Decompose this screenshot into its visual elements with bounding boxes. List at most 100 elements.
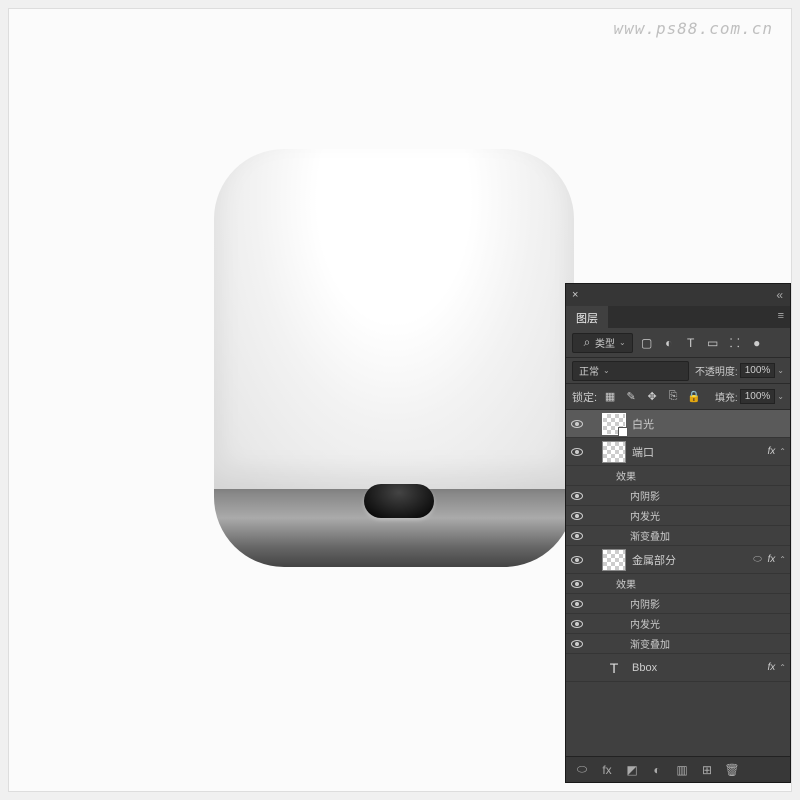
chevron-down-icon[interactable]: ⌄ [777, 392, 784, 401]
watermark-text: www.ps88.com.cn [614, 19, 774, 38]
delete-layer-icon[interactable]: 🗑 [724, 762, 740, 778]
layer-row[interactable]: 内发光 [566, 506, 790, 526]
fill-value[interactable]: 100% [740, 389, 776, 404]
eye-icon [571, 580, 583, 588]
canvas-background: www.ps88.com.cn × « 图层 ≡ ⌕ 类型 ⌄ ▢ ◐ T ▭ … [8, 8, 792, 792]
new-group-icon[interactable]: ▥ [674, 762, 690, 778]
layer-thumbnail[interactable] [602, 413, 626, 435]
layer-row[interactable]: 白光 [566, 410, 790, 438]
search-icon: ⌕ [579, 335, 595, 351]
layer-list[interactable]: 白光端口fx⌃效果内阴影内发光渐变叠加金属部分⬭fx⌃效果内阴影内发光渐变叠加T… [566, 410, 790, 760]
adjustment-layer-icon[interactable]: ◐ [649, 762, 665, 778]
layer-name[interactable]: 内阴影 [630, 488, 786, 503]
visibility-toggle[interactable] [566, 664, 588, 672]
visibility-toggle[interactable] [566, 512, 588, 520]
layer-name[interactable]: 端口 [632, 444, 768, 460]
chevron-up-icon[interactable]: ⌃ [779, 663, 786, 672]
link-icon: ⬭ [752, 554, 764, 566]
lock-all-icon[interactable]: 🔒 [686, 389, 702, 405]
layer-name[interactable]: 渐变叠加 [630, 528, 786, 543]
layer-name[interactable]: 金属部分 [632, 552, 752, 568]
mask-thumbnail [618, 427, 628, 437]
icon-port [364, 484, 434, 518]
panel-tabbar: 图层 ≡ [566, 306, 790, 328]
eye-icon [571, 512, 583, 520]
collapse-icon[interactable]: « [776, 288, 784, 302]
visibility-toggle[interactable] [566, 600, 588, 608]
lock-brush-icon[interactable]: ✎ [623, 389, 639, 405]
layer-name[interactable]: 效果 [616, 576, 786, 591]
fx-badge[interactable]: fx [768, 446, 776, 457]
blend-mode-select[interactable]: 正常 ⌄ [572, 361, 689, 381]
type-layer-icon: T [602, 657, 626, 679]
layer-name[interactable]: 效果 [616, 468, 786, 483]
visibility-toggle[interactable] [566, 580, 588, 588]
lock-transparency-icon[interactable]: ▦ [602, 389, 618, 405]
layer-row[interactable]: 内阴影 [566, 486, 790, 506]
layer-row[interactable]: 内发光 [566, 614, 790, 634]
visibility-toggle[interactable] [566, 532, 588, 540]
layer-fx-icon[interactable]: fx [599, 762, 615, 778]
filter-kind-select[interactable]: ⌕ 类型 ⌄ [572, 333, 633, 353]
icon-white-body [214, 149, 574, 489]
link-layers-icon[interactable]: ⬭ [574, 762, 590, 778]
layer-row[interactable]: 效果 [566, 466, 790, 486]
visibility-toggle[interactable] [566, 620, 588, 628]
tab-layers[interactable]: 图层 [566, 306, 608, 328]
layer-mask-icon[interactable]: ◩ [624, 762, 640, 778]
layer-name[interactable]: 内发光 [630, 508, 786, 523]
layer-row[interactable]: 端口fx⌃ [566, 438, 790, 466]
opacity-label: 不透明度: [695, 363, 738, 378]
eye-icon [571, 420, 583, 428]
lock-position-icon[interactable]: ✥ [644, 389, 660, 405]
fx-badge[interactable]: fx [768, 554, 776, 565]
filter-kind-label: 类型 [595, 335, 615, 350]
visibility-toggle[interactable] [566, 472, 588, 480]
eye-off-icon [571, 472, 583, 480]
icon-artwork [204, 139, 584, 579]
visibility-toggle[interactable] [566, 492, 588, 500]
filter-shape-icon[interactable]: ▭ [705, 335, 721, 351]
chevron-down-icon[interactable]: ⌄ [777, 366, 784, 375]
chevron-down-icon: ⌄ [619, 338, 626, 347]
filter-adjust-icon[interactable]: ◐ [661, 335, 677, 351]
layer-thumbnail[interactable] [602, 549, 626, 571]
layer-row[interactable]: 渐变叠加 [566, 526, 790, 546]
chevron-up-icon[interactable]: ⌃ [779, 555, 786, 564]
layer-row[interactable]: 金属部分⬭ fx⌃ [566, 546, 790, 574]
eye-off-icon [571, 664, 583, 672]
panel-menu-icon[interactable]: ≡ [772, 306, 790, 328]
visibility-toggle[interactable] [566, 420, 588, 428]
eye-icon [571, 556, 583, 564]
layer-row[interactable]: T Bboxfx⌃ [566, 654, 790, 682]
visibility-toggle[interactable] [566, 556, 588, 564]
eye-icon [571, 492, 583, 500]
layer-name[interactable]: 内阴影 [630, 596, 786, 611]
chevron-up-icon[interactable]: ⌃ [779, 447, 786, 456]
layer-row[interactable]: 效果 [566, 574, 790, 594]
layer-filter-bar: ⌕ 类型 ⌄ ▢ ◐ T ▭ ⸬ ● [566, 328, 790, 358]
layer-row[interactable]: 渐变叠加 [566, 634, 790, 654]
eye-icon [571, 448, 583, 456]
filter-text-icon[interactable]: T [683, 335, 699, 351]
close-icon[interactable]: × [572, 289, 578, 301]
filter-smart-icon[interactable]: ⸬ [727, 335, 743, 351]
opacity-value[interactable]: 100% [740, 363, 776, 378]
layer-name[interactable]: Bbox [632, 662, 768, 674]
visibility-toggle[interactable] [566, 448, 588, 456]
layer-name[interactable]: 白光 [632, 416, 786, 432]
opacity-group: 不透明度: 100% ⌄ [695, 363, 784, 378]
filter-toggle-icon[interactable]: ● [749, 335, 765, 351]
layer-row[interactable]: 内阴影 [566, 594, 790, 614]
lock-artboard-icon[interactable]: ⎘ [665, 389, 681, 405]
layer-thumbnail[interactable] [602, 441, 626, 463]
blend-mode-value: 正常 [579, 363, 599, 378]
eye-icon [571, 532, 583, 540]
layer-name[interactable]: 内发光 [630, 616, 786, 631]
panel-header[interactable]: × « [566, 284, 790, 306]
visibility-toggle[interactable] [566, 640, 588, 648]
new-layer-icon[interactable]: ⊞ [699, 762, 715, 778]
filter-pixel-icon[interactable]: ▢ [639, 335, 655, 351]
layer-name[interactable]: 渐变叠加 [630, 636, 786, 651]
fx-badge[interactable]: fx [768, 662, 776, 673]
